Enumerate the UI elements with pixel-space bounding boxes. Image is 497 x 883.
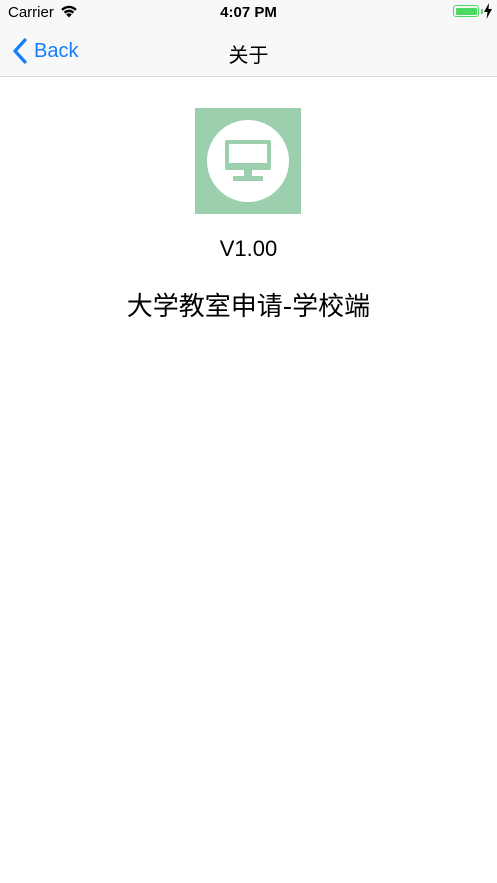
monitor-icon	[225, 140, 271, 181]
battery-cap	[481, 9, 483, 14]
navigation-bar: Back 关于	[0, 26, 497, 77]
page-title: 关于	[228, 45, 269, 67]
status-time: 4:07 PM	[220, 4, 277, 21]
status-bar: Carrier 4:07 PM	[0, 0, 497, 26]
app-name-label: 大学教室申请-学校端	[126, 292, 371, 322]
app-icon-circle	[207, 120, 289, 202]
version-label: V1.00	[219, 236, 278, 261]
about-screen: Carrier 4:07 PM Back 关于 V1.00 大学教室申请-学校端	[0, 0, 497, 883]
app-icon	[195, 108, 301, 214]
battery-full-icon	[453, 5, 479, 17]
charging-bolt-icon	[484, 3, 492, 19]
